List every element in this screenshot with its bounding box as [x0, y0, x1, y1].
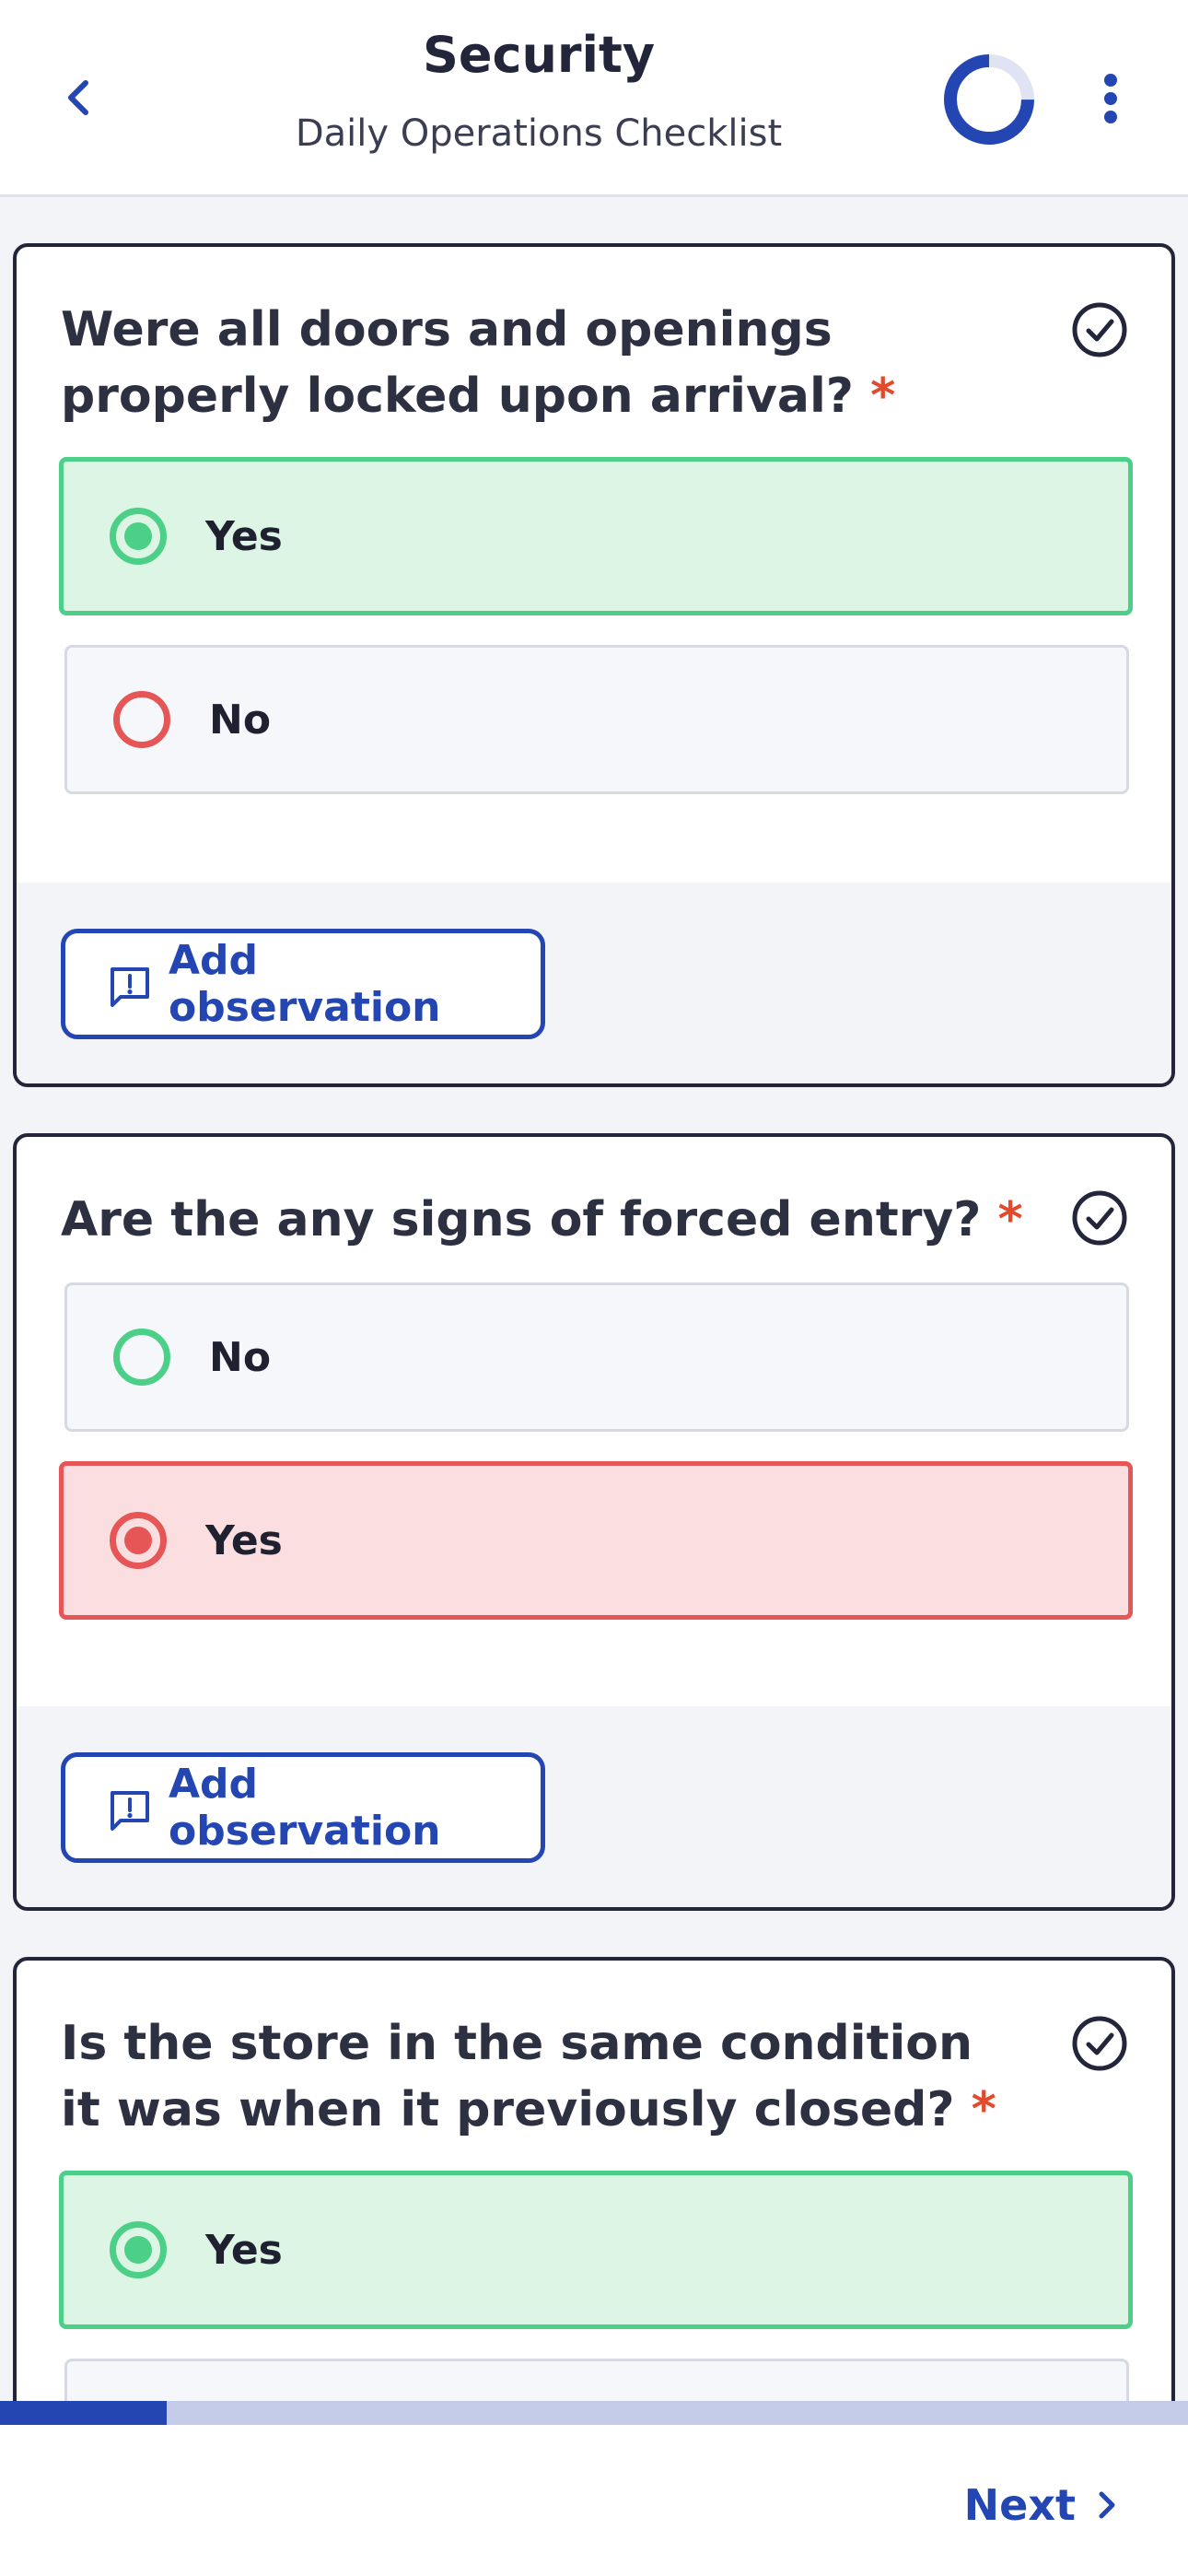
option-label: Yes	[205, 1516, 283, 1564]
comment-alert-icon	[111, 967, 149, 1007]
card-footer: Add observation	[17, 883, 1171, 1083]
add-observation-button[interactable]: Add observation	[61, 1752, 545, 1863]
next-label: Next	[963, 2480, 1076, 2530]
progress-fill	[0, 2401, 167, 2425]
next-button[interactable]: Next	[964, 2473, 1118, 2537]
option-no[interactable]: No	[64, 1282, 1129, 1432]
radio-selected	[110, 508, 167, 565]
progress-ring-icon	[944, 54, 1034, 145]
required-marker: *	[971, 2082, 996, 2137]
app-header: Security Daily Operations Checklist	[0, 0, 1188, 197]
option-yes[interactable]: Yes	[59, 457, 1133, 615]
radio-unselected	[113, 691, 170, 748]
question-text: Are the any signs of forced entry? *	[61, 1187, 1028, 1253]
page-title: Security	[422, 26, 656, 84]
check-circle-icon[interactable]	[1070, 300, 1129, 359]
chevron-right-icon	[1099, 2491, 1115, 2519]
more-options-button[interactable]	[1090, 66, 1131, 131]
option-label: No	[209, 696, 272, 744]
question-text: Were all doors and openings properly loc…	[61, 297, 1028, 429]
radio-selected	[110, 1512, 167, 1569]
question-text: Is the store in the same condition it wa…	[61, 2010, 1028, 2143]
option-label: Yes	[205, 512, 283, 560]
option-label: Yes	[205, 2226, 283, 2274]
add-observation-label: Add observation	[169, 937, 441, 1031]
option-label: No	[209, 1333, 272, 1381]
card-footer: Add observation	[17, 1706, 1171, 1907]
bottom-bar: Next	[0, 2425, 1188, 2576]
add-observation-label: Add observation	[169, 1761, 441, 1855]
check-circle-icon[interactable]	[1070, 1188, 1129, 1247]
required-marker: *	[870, 369, 896, 424]
check-circle-icon[interactable]	[1070, 2014, 1129, 2073]
radio-unselected	[113, 1329, 170, 1386]
option-yes[interactable]: Yes	[59, 1461, 1133, 1620]
page-subtitle: Daily Operations Checklist	[295, 112, 783, 155]
radio-selected	[110, 2221, 167, 2278]
more-vertical-icon	[1104, 74, 1117, 123]
option-no[interactable]: No	[64, 645, 1129, 794]
required-marker: *	[997, 1192, 1023, 1247]
comment-alert-icon	[111, 1791, 149, 1831]
question-card: Were all doors and openings properly loc…	[13, 243, 1175, 1087]
option-yes[interactable]: Yes	[59, 2171, 1133, 2329]
question-label: Were all doors and openings properly loc…	[61, 302, 854, 424]
question-label: Is the store in the same condition it wa…	[61, 2016, 973, 2137]
add-observation-button[interactable]: Add observation	[61, 929, 545, 1039]
question-label: Are the any signs of forced entry?	[61, 1192, 982, 1247]
checklist-progress-bar	[0, 2401, 1188, 2425]
question-card: Are the any signs of forced entry? * No …	[13, 1133, 1175, 1911]
